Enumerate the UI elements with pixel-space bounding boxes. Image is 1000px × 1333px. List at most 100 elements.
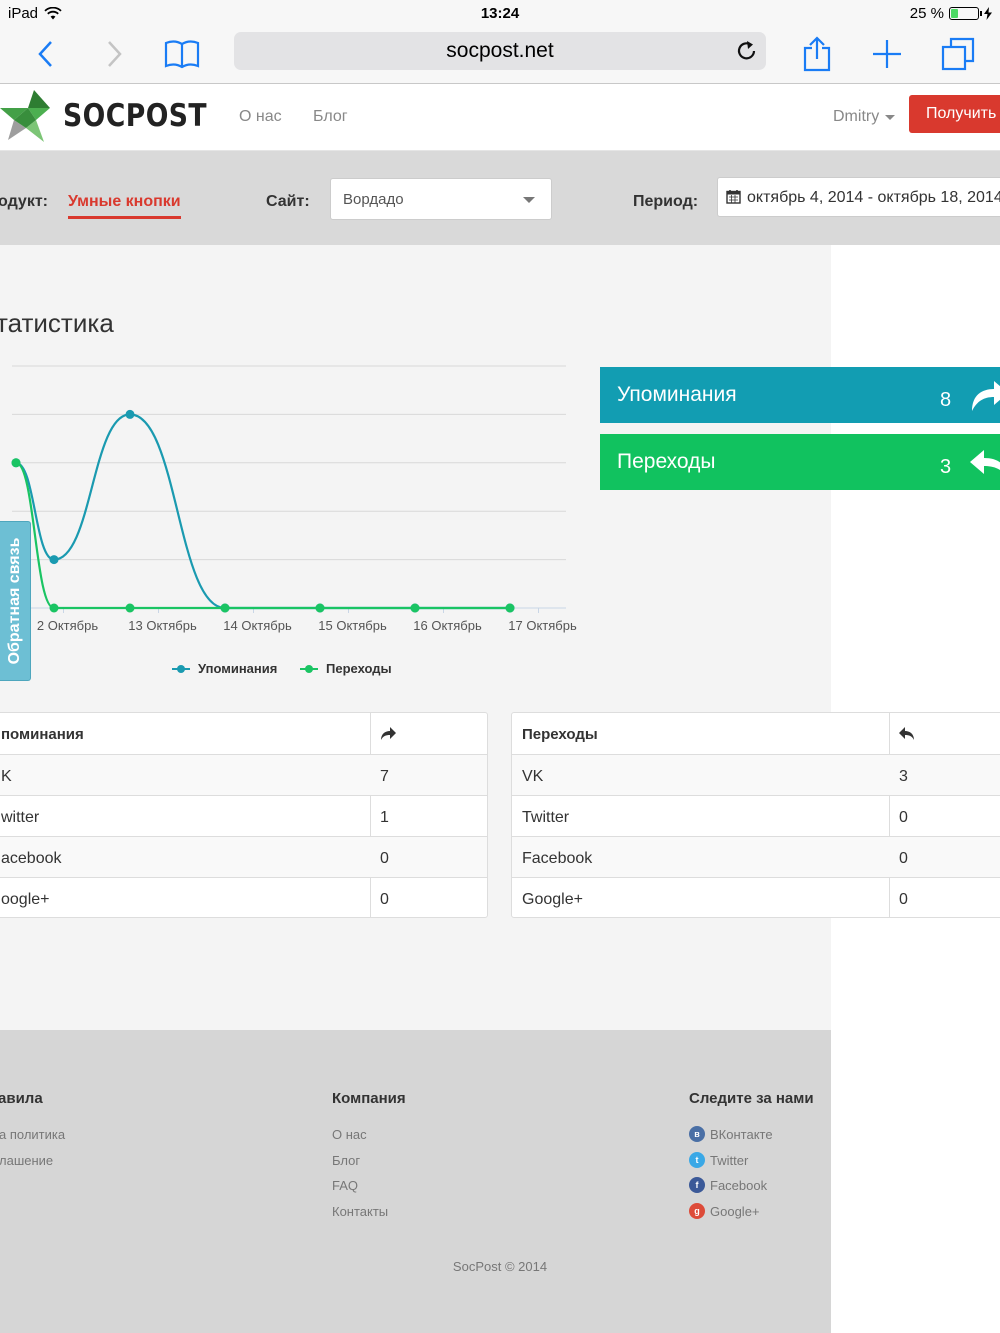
share-icon xyxy=(803,36,831,72)
network-count: 0 xyxy=(380,850,389,867)
logo-star-icon[interactable] xyxy=(0,88,52,144)
user-menu[interactable]: Dmitry xyxy=(833,108,896,126)
chart-data-point[interactable] xyxy=(125,409,135,419)
legend-item-clicks[interactable]: Переходы xyxy=(300,661,392,676)
user-name: Dmitry xyxy=(833,108,880,125)
network-count: 0 xyxy=(380,891,389,908)
product-label: одукт: xyxy=(0,193,48,210)
twitter-icon: t xyxy=(689,1152,705,1168)
footer-link-facebook[interactable]: f Facebook xyxy=(689,1177,767,1193)
legend-marker xyxy=(172,664,190,673)
vk-icon: в xyxy=(689,1126,705,1142)
chart-data-point[interactable] xyxy=(410,603,420,613)
footer-link-googleplus[interactable]: g Google+ xyxy=(689,1203,760,1219)
footer-link-twitter[interactable]: t Twitter xyxy=(689,1152,748,1168)
site-label: Сайт: xyxy=(266,193,310,210)
filter-bar: одукт: Умные кнопки Сайт: Вордадо Период… xyxy=(0,151,1000,245)
chart-data-point[interactable] xyxy=(505,603,515,613)
network-name: witter xyxy=(1,809,40,826)
table-row: VK 3 xyxy=(512,754,1000,795)
logo-text[interactable]: SOCPOST xyxy=(63,98,207,134)
charging-icon xyxy=(984,7,992,20)
network-name: Facebook xyxy=(522,850,593,867)
table-row: Twitter 0 xyxy=(512,795,1000,836)
chart-x-tick-label: 16 Октябрь xyxy=(413,618,482,633)
url-text: socpost.net xyxy=(446,39,554,62)
footer-link-contacts[interactable]: Контакты xyxy=(332,1204,388,1219)
period-label: Период: xyxy=(633,193,699,210)
share-forward-icon xyxy=(381,727,396,740)
reply-icon xyxy=(899,727,914,740)
address-bar[interactable]: socpost.net xyxy=(234,32,766,70)
chevron-left-icon xyxy=(38,41,52,67)
chart-data-point[interactable] xyxy=(49,603,59,613)
mentions-table: поминания K 7 witter 1 acebook 0 oogle+ … xyxy=(0,712,488,918)
site-header: SOCPOST О нас Блог Dmitry Получить xyxy=(0,85,1000,151)
nav-blog[interactable]: Блог xyxy=(313,108,348,126)
reply-icon xyxy=(970,450,1000,474)
plus-icon xyxy=(873,40,901,68)
footer-company-title: Компания xyxy=(332,1090,406,1107)
chart-series-line xyxy=(15,461,510,610)
footer-link-privacy[interactable]: а политика xyxy=(0,1127,65,1142)
footer-link-blog[interactable]: Блог xyxy=(332,1153,360,1168)
product-selector[interactable]: Умные кнопки xyxy=(68,193,181,219)
table-row: witter 1 xyxy=(0,795,487,836)
statistics-chart: 2 Октябрь 13 Октябрь 14 Октябрь 15 Октябрь 1… xyxy=(11,365,577,633)
table-row: K 7 xyxy=(0,754,487,795)
bookmarks-button[interactable] xyxy=(162,34,202,74)
footer-link-vk[interactable]: в ВКонтакте xyxy=(689,1126,773,1142)
chart-data-point[interactable] xyxy=(315,603,325,613)
legend-label: Переходы xyxy=(326,661,392,676)
back-button[interactable] xyxy=(25,34,65,74)
share-forward-icon xyxy=(972,381,1000,411)
chart-data-point[interactable] xyxy=(49,555,59,565)
browser-toolbar: socpost.net xyxy=(0,26,1000,84)
period-picker[interactable]: октябрь 4, 2014 - октябрь 18, 2014 xyxy=(717,177,1000,217)
forward-button[interactable] xyxy=(95,34,135,74)
nav-about[interactable]: О нас xyxy=(239,108,282,126)
footer-link-faq[interactable]: FAQ xyxy=(332,1178,358,1193)
table-row: Facebook 0 xyxy=(512,836,1000,877)
footer-link-agreement[interactable]: лашение xyxy=(0,1153,53,1168)
battery-percent: 25 % xyxy=(909,5,944,22)
google-plus-icon: g xyxy=(689,1203,705,1219)
feedback-tab[interactable]: Обратная связь xyxy=(0,521,31,681)
calendar-icon xyxy=(726,190,741,204)
clock: 13:24 xyxy=(480,5,520,22)
site-select[interactable]: Вордадо xyxy=(330,178,552,220)
caret-down-icon xyxy=(523,197,535,203)
chart-x-tick-label: 17 Октябрь xyxy=(508,618,577,633)
legend-item-mentions[interactable]: Упоминания xyxy=(172,661,277,676)
network-name: VK xyxy=(522,768,544,785)
clicks-stat-box[interactable]: Переходы 3 xyxy=(600,434,1000,490)
ios-status-bar: iPad 13:24 25 % xyxy=(0,0,1000,26)
chart-x-tick-label: 15 Октябрь xyxy=(318,618,387,633)
get-button[interactable]: Получить xyxy=(909,95,1000,133)
social-label: Google+ xyxy=(710,1203,760,1219)
footer-link-about[interactable]: О нас xyxy=(332,1127,367,1142)
table-row: oogle+ 0 xyxy=(0,877,487,917)
footer-follow-title: Следите за нами xyxy=(689,1090,814,1107)
reload-icon[interactable] xyxy=(736,38,758,62)
clicks-table: Переходы VK 3 Twitter 0 Facebook 0 Googl… xyxy=(511,712,1000,918)
facebook-icon: f xyxy=(689,1177,705,1193)
chart-data-point[interactable] xyxy=(220,603,230,613)
chart-x-tick-label: 13 Октябрь xyxy=(128,618,197,633)
tabs-button[interactable] xyxy=(938,34,978,74)
mentions-stat-box[interactable]: Упоминания 8 xyxy=(600,367,1000,423)
chart-data-point[interactable] xyxy=(125,603,135,613)
period-value: октябрь 4, 2014 - октябрь 18, 2014 xyxy=(747,189,1000,206)
share-button[interactable] xyxy=(797,34,837,74)
chart-data-point[interactable] xyxy=(11,458,21,468)
social-label: Twitter xyxy=(710,1152,749,1168)
social-label: ВКонтакте xyxy=(710,1126,773,1142)
table-header-row: поминания xyxy=(0,713,487,754)
stat-label: Переходы xyxy=(617,450,716,473)
table-row: Google+ 0 xyxy=(512,877,1000,917)
new-tab-button[interactable] xyxy=(867,34,907,74)
stat-label: Упоминания xyxy=(617,383,737,406)
legend-marker xyxy=(300,664,318,673)
network-count: 0 xyxy=(899,809,908,826)
copyright: SocPost © 2014 xyxy=(452,1259,548,1274)
